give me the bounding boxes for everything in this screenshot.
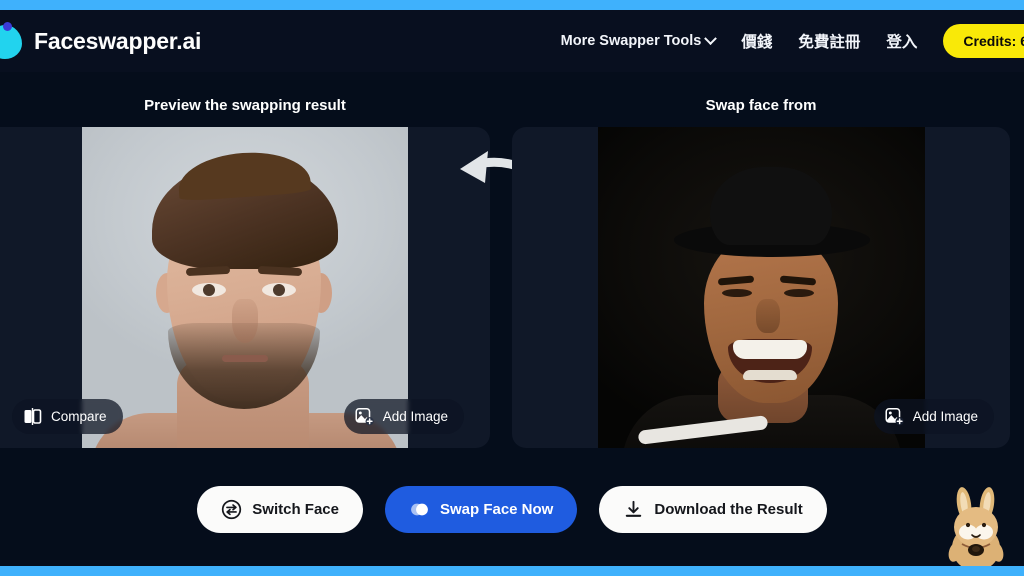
switch-face-button[interactable]: Switch Face (197, 486, 363, 533)
nav-item-pricing[interactable]: 價錢 (741, 30, 772, 52)
brand-name: Faceswapper.ai (34, 27, 202, 54)
add-image-button-right[interactable]: Add Image (873, 399, 994, 434)
action-bar: Switch Face Swap Face Now Download the R… (0, 486, 1024, 533)
switch-face-icon (221, 499, 242, 520)
switch-face-label: Switch Face (252, 501, 339, 518)
download-result-label: Download the Result (654, 501, 803, 518)
swap-face-now-button[interactable]: Swap Face Now (384, 486, 578, 533)
add-image-icon (885, 407, 904, 426)
right-panel-title: Swap face from (705, 97, 817, 114)
rabbit-mascot-icon[interactable] (938, 486, 1016, 571)
left-panel-title: Preview the swapping result (144, 97, 346, 114)
download-result-button[interactable]: Download the Result (599, 486, 827, 533)
preview-result-card[interactable]: Compare Add Image (0, 127, 490, 448)
chevron-down-icon (704, 31, 718, 45)
compare-split-icon (23, 407, 42, 426)
top-accent-bar (0, 0, 1024, 10)
add-image-label: Add Image (382, 409, 448, 424)
add-image-button-left[interactable]: Add Image (343, 399, 464, 434)
add-image-icon (355, 407, 374, 426)
nav-item-free-signup[interactable]: 免費註冊 (798, 30, 860, 52)
site-header: Faceswapper.ai More Swapper Tools 價錢 免費註… (0, 10, 1024, 72)
nav-label: More Swapper Tools (560, 33, 702, 49)
swap-face-now-label: Swap Face Now (439, 501, 554, 518)
swap-faces-icon (409, 499, 430, 520)
add-image-label: Add Image (912, 409, 978, 424)
compare-button[interactable]: Compare (12, 399, 123, 434)
source-face-image (598, 127, 925, 448)
credits-badge[interactable]: Credits: 6 (943, 24, 1024, 58)
brand-logo[interactable]: Faceswapper.ai (0, 22, 201, 60)
nav-item-login[interactable]: 登入 (886, 30, 917, 52)
main-nav: More Swapper Tools 價錢 免費註冊 登入 Credits: 6 (561, 10, 1024, 72)
compare-label: Compare (51, 409, 107, 424)
nav-item-more-swapper-tools[interactable]: More Swapper Tools (560, 31, 718, 49)
cyan-blob-logo-icon (0, 22, 24, 60)
bottom-accent-bar (0, 566, 1024, 576)
page-root: Faceswapper.ai More Swapper Tools 價錢 免費註… (0, 0, 1024, 576)
download-icon (623, 499, 644, 520)
source-face-card[interactable]: Add Image (512, 127, 1010, 448)
